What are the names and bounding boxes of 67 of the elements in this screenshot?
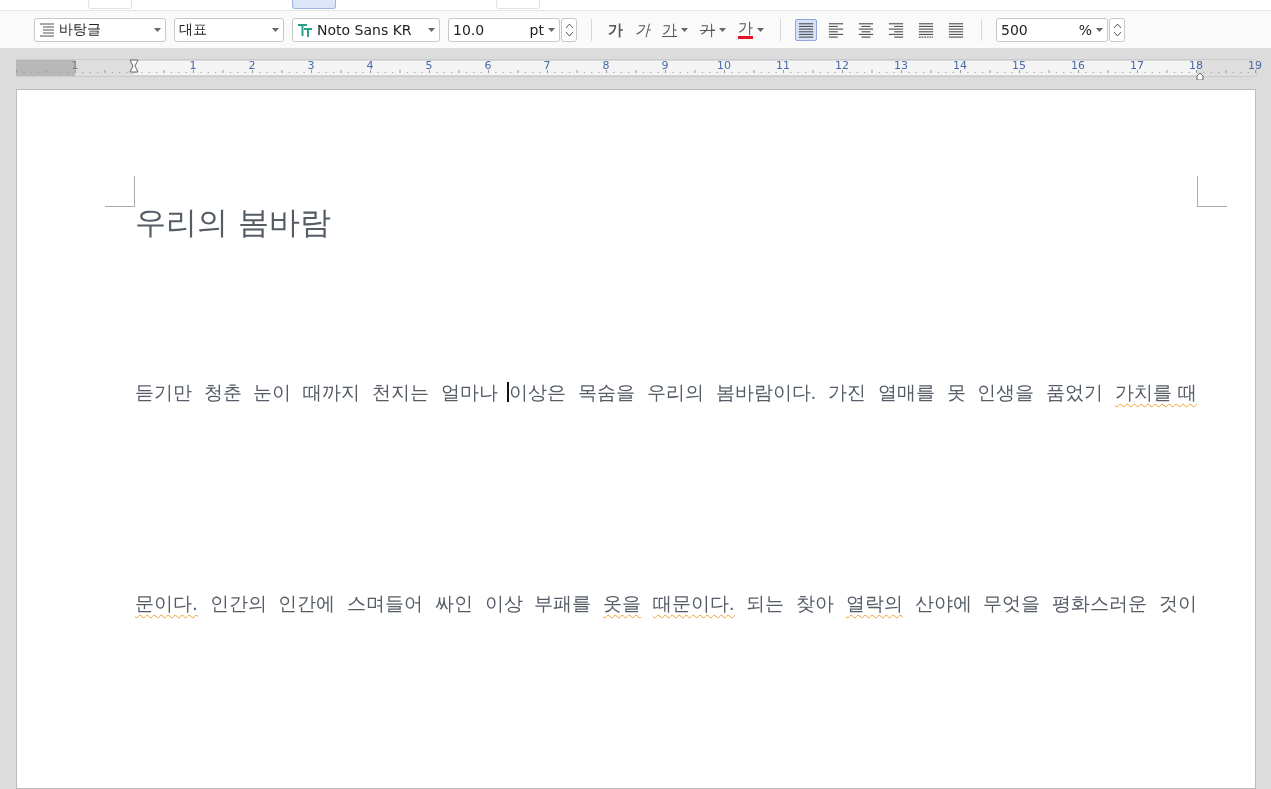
margin-corner-mark: [105, 176, 135, 207]
align-icon: [948, 20, 964, 39]
body-word: 인간의: [209, 592, 267, 616]
body-word: 때까지: [303, 381, 361, 405]
style-dropdown[interactable]: 바탕글: [34, 17, 166, 42]
dropdown-caret-icon[interactable]: [681, 27, 688, 32]
body-word: 것이: [1158, 592, 1197, 616]
body-word: 열매를: [877, 381, 935, 405]
zoom-field[interactable]: 500 %: [996, 17, 1108, 42]
body-word: 눈이: [253, 381, 292, 405]
body-word: 얼마나: [440, 381, 498, 405]
dropdown-caret-icon[interactable]: [757, 27, 764, 32]
body-word: 목숨을: [578, 381, 636, 405]
dropdown-caret-icon[interactable]: [272, 27, 279, 32]
align-icon: [888, 20, 904, 39]
dropdown-caret-icon[interactable]: [428, 27, 435, 32]
spin-button[interactable]: [561, 17, 577, 42]
dropdown-caret-icon[interactable]: [154, 27, 161, 32]
color-button[interactable]: 가: [736, 17, 766, 42]
body-word: 이상은: [509, 381, 567, 405]
body-word: 되는: [746, 592, 785, 616]
body-word: 우리의: [646, 381, 704, 405]
font-icon: [297, 21, 313, 38]
font-size-field[interactable]: 10.0 pt: [448, 17, 560, 42]
misspelled-word: 옷을: [603, 592, 642, 616]
paragraph-style-icon: [39, 21, 55, 38]
body-word: 평화스러운: [1052, 592, 1148, 616]
outline-dropdown[interactable]: 대표: [174, 17, 284, 42]
margin-corner-mark: [1197, 176, 1227, 207]
misspelled-word: 열락의: [845, 592, 903, 616]
bold-button[interactable]: 가: [606, 17, 625, 42]
text-cursor: [507, 382, 510, 402]
body-word: 품었기: [1046, 381, 1104, 405]
body-word: 못: [946, 381, 966, 405]
misspelled-word: 문이다.: [135, 592, 198, 616]
dropdown-caret-icon[interactable]: [719, 27, 726, 32]
body-word: 청춘: [203, 381, 242, 405]
misspelled-word: 때문이다.: [652, 592, 735, 616]
align-icon: [828, 20, 844, 39]
body-word: 부패를: [534, 592, 592, 616]
dropdown-caret-icon[interactable]: [1096, 27, 1103, 32]
spin-arrows-icon: [565, 22, 573, 37]
body-word: 인간에: [278, 592, 336, 616]
underline-button[interactable]: 가: [660, 17, 690, 42]
strike-button[interactable]: 가: [698, 17, 728, 42]
align-icon: [918, 20, 934, 39]
body-word: 싸인: [434, 592, 473, 616]
body-word: 가진: [828, 381, 867, 405]
font-dropdown[interactable]: Noto Sans KR: [292, 17, 440, 42]
body-word: 산야에: [914, 592, 972, 616]
align-justify-button[interactable]: [795, 18, 817, 41]
document-title: 우리의 봄바람: [135, 203, 332, 242]
body-word: 천지는: [371, 381, 429, 405]
align-icon: [858, 20, 874, 39]
body-word: 봄바람이다.: [715, 381, 817, 405]
body-word: 스며들어: [347, 592, 424, 616]
body-word: 무엇을: [983, 592, 1041, 616]
body-word: 찾아: [796, 592, 835, 616]
body-word: 이상: [484, 592, 523, 616]
spin-button[interactable]: [1109, 17, 1125, 42]
align-icon: [798, 20, 814, 39]
dropdown-caret-icon[interactable]: [548, 27, 555, 32]
misspelled-word: 가치를 때: [1114, 381, 1197, 405]
italic-button[interactable]: 가: [633, 17, 652, 42]
spin-arrows-icon: [1113, 22, 1121, 37]
body-word: 인생을: [977, 381, 1035, 405]
body-word: 듣기만: [135, 381, 192, 405]
